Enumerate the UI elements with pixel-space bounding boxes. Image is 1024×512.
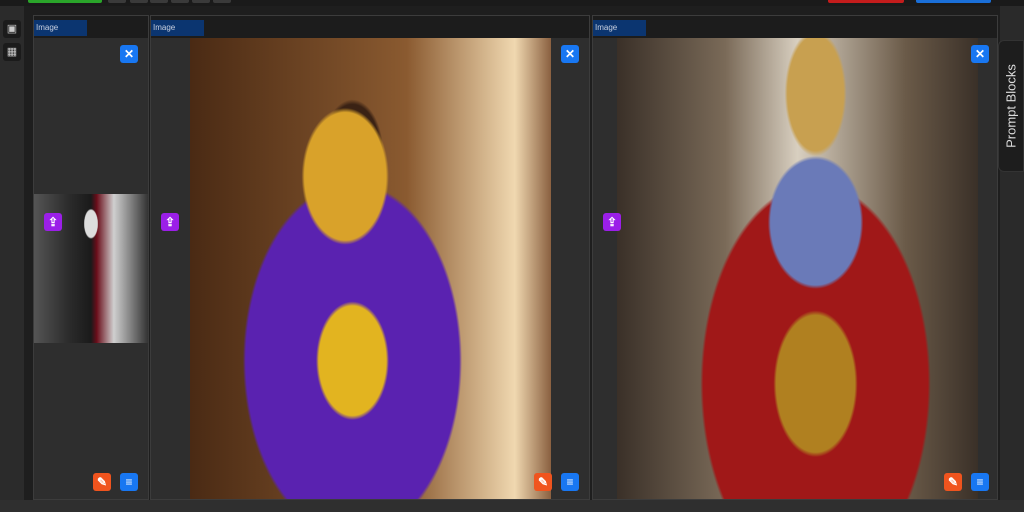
stop-button[interactable] xyxy=(828,0,904,3)
prompt-blocks-tab[interactable]: Prompt Blocks xyxy=(998,40,1024,172)
toolbar-button[interactable] xyxy=(213,0,231,3)
image-panel-3: Image ⇪ ✕ ✎ ≡ xyxy=(592,15,998,500)
close-icon[interactable]: ✕ xyxy=(120,45,138,63)
generated-image[interactable] xyxy=(190,38,551,499)
toolbar-button[interactable] xyxy=(192,0,210,3)
edit-image-icon[interactable]: ✎ xyxy=(93,473,111,491)
panel-tab: Image xyxy=(593,20,646,36)
export-icon[interactable]: ⇪ xyxy=(161,213,179,231)
panel-tab: Image xyxy=(34,20,87,36)
export-icon[interactable]: ⇪ xyxy=(603,213,621,231)
prompt-blocks-label: Prompt Blocks xyxy=(1003,64,1019,148)
details-icon[interactable]: ≡ xyxy=(561,473,579,491)
close-icon[interactable]: ✕ xyxy=(971,45,989,63)
details-icon[interactable]: ≡ xyxy=(120,473,138,491)
queue-button[interactable] xyxy=(916,0,991,3)
toolbar-button[interactable] xyxy=(108,0,126,3)
export-icon[interactable]: ⇪ xyxy=(44,213,62,231)
canvas-workspace: Image ✕ ⇪ ✎ ≡ Image ⇪ ✕ ✎ ≡ Image ⇪ ✕ ✎ … xyxy=(24,6,1000,500)
run-button[interactable] xyxy=(28,0,102,3)
bottom-bar xyxy=(0,500,1024,512)
edit-image-icon[interactable]: ✎ xyxy=(534,473,552,491)
details-icon[interactable]: ≡ xyxy=(971,473,989,491)
close-icon[interactable]: ✕ xyxy=(561,45,579,63)
toolbar-button[interactable] xyxy=(171,0,189,3)
toolbar-button[interactable] xyxy=(130,0,148,3)
edit-image-icon[interactable]: ✎ xyxy=(944,473,962,491)
panel-tab: Image xyxy=(151,20,204,36)
generated-image[interactable] xyxy=(617,38,978,499)
grid-icon[interactable]: ▦ xyxy=(3,43,21,61)
add-image-icon[interactable]: ▣ xyxy=(3,20,21,38)
image-panel-1: Image ✕ ⇪ ✎ ≡ xyxy=(33,15,149,500)
toolbar-button[interactable] xyxy=(150,0,168,3)
left-toolbar: ▣ ▦ xyxy=(0,6,24,500)
image-panel-2: Image ⇪ ✕ ✎ ≡ xyxy=(150,15,590,500)
